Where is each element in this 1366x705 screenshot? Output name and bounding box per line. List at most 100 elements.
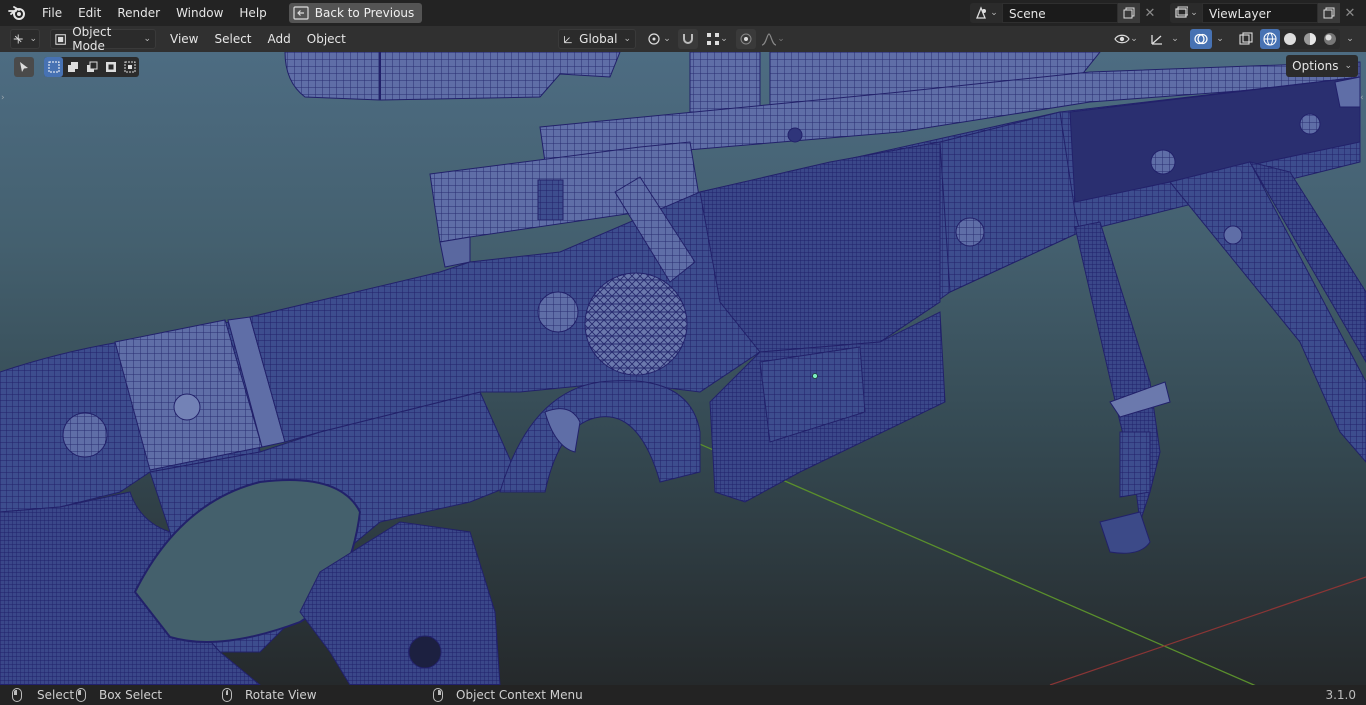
- rifle-wireframe-scene[interactable]: [0, 52, 1366, 685]
- overlays-dropdown[interactable]: ⌄: [1212, 29, 1228, 49]
- back-to-previous-label: Back to Previous: [314, 6, 415, 20]
- mouse-left-icon: [12, 688, 22, 702]
- select-subtract-button[interactable]: [82, 57, 101, 77]
- options-label: Options: [1292, 59, 1339, 73]
- sling-stud-left: [62, 412, 108, 458]
- chevron-down-icon: ⌄: [1346, 34, 1354, 44]
- gizmo-icon: [1151, 35, 1163, 45]
- menu-edit[interactable]: Edit: [70, 0, 109, 26]
- solid-sphere-icon: [1284, 33, 1296, 45]
- delete-scene-icon[interactable]: ✕: [1140, 3, 1160, 23]
- status-box-select-hint: Box Select: [76, 685, 162, 705]
- gizmo-toggle[interactable]: ⌄: [1146, 29, 1182, 49]
- chevron-down-icon: ⌄: [143, 34, 151, 44]
- trigger-guard: [499, 380, 701, 493]
- menu-window[interactable]: Window: [168, 0, 231, 26]
- view-layer-icon: [1175, 6, 1189, 18]
- back-arrow-icon: [293, 6, 309, 20]
- falloff-curve-icon: [762, 33, 777, 46]
- select-invert-button[interactable]: [101, 57, 120, 77]
- select-subtract-icon: [86, 61, 97, 72]
- chevron-down-icon: ⌄: [1216, 34, 1224, 44]
- solid-shading-button[interactable]: [1280, 29, 1300, 49]
- rendered-sphere-icon: [1324, 33, 1336, 45]
- menu-add[interactable]: Add: [260, 26, 299, 52]
- proportional-editing-toggle[interactable]: [736, 29, 756, 49]
- global-orientation-icon: [564, 36, 572, 44]
- menu-view[interactable]: View: [162, 26, 206, 52]
- mouse-right-icon: [433, 688, 443, 702]
- menu-file[interactable]: File: [34, 0, 70, 26]
- chassis-screw-5: [787, 127, 803, 143]
- viewport-header: ⌄ Object Mode ⌄ View Select Add Object G…: [0, 25, 1366, 53]
- transform-orientation-dropdown[interactable]: Global ⌄: [558, 29, 636, 49]
- delete-view-layer-icon[interactable]: ✕: [1340, 3, 1360, 23]
- new-scene-button[interactable]: [1118, 3, 1140, 23]
- scene-name-field[interactable]: Scene: [1002, 3, 1118, 23]
- visibility-dropdown[interactable]: ⌄: [1110, 29, 1142, 49]
- 3d-viewport[interactable]: › ‹ Options ⌄: [0, 52, 1366, 685]
- status-select-hint: Select: [12, 685, 74, 705]
- bolt-knob: [584, 272, 688, 376]
- new-view-layer-button[interactable]: [1318, 3, 1340, 23]
- proportional-editing-icon: [740, 33, 752, 45]
- select-intersect-button[interactable]: [120, 57, 139, 77]
- falloff-dropdown[interactable]: ⌄: [758, 29, 788, 49]
- menu-render[interactable]: Render: [109, 0, 168, 26]
- eye-icon: [1114, 34, 1130, 44]
- pivot-icon: [648, 33, 660, 45]
- overlays-icon: [1194, 33, 1208, 45]
- view-layer-browse-button[interactable]: ⌄: [1170, 3, 1202, 23]
- snap-target-dropdown[interactable]: ⌄: [702, 29, 732, 49]
- select-new-icon: [48, 61, 59, 73]
- object-mode-icon: [55, 33, 66, 45]
- snap-toggle[interactable]: [678, 29, 698, 49]
- status-select-label: Select: [37, 688, 75, 702]
- cursor-arrow-icon: [20, 62, 28, 72]
- 3d-viewport-icon: [13, 34, 23, 44]
- menu-object[interactable]: Object: [299, 26, 354, 52]
- mouse-middle-icon: [222, 688, 232, 702]
- magnet-icon: [683, 34, 693, 44]
- wireframe-sphere-icon: [1263, 32, 1277, 46]
- sidebar-collapse-arrow-icon[interactable]: ‹: [1360, 92, 1366, 104]
- select-tool-button[interactable]: [14, 57, 34, 77]
- status-context-hint: Object Context Menu: [433, 685, 583, 705]
- toolbar-collapse-arrow-icon[interactable]: ›: [1, 92, 7, 104]
- view-layer-name-field[interactable]: ViewLayer: [1202, 3, 1318, 23]
- menu-help[interactable]: Help: [231, 0, 274, 26]
- chevron-down-icon: ⌄: [1344, 61, 1352, 71]
- screw-head-stock: [173, 393, 201, 421]
- status-rotate-hint: Rotate View: [222, 685, 317, 705]
- chassis-screw-3: [1150, 149, 1176, 175]
- material-preview-button[interactable]: [1300, 29, 1320, 49]
- options-dropdown[interactable]: Options ⌄: [1286, 55, 1358, 77]
- select-extend-button[interactable]: [63, 57, 82, 77]
- select-extend-icon: [67, 62, 78, 72]
- material-sphere-icon: [1304, 33, 1316, 45]
- select-new-button[interactable]: [44, 57, 63, 77]
- transform-orientation-label: Global: [579, 32, 618, 46]
- selection-mode-group: [44, 57, 139, 77]
- pivot-point-dropdown[interactable]: ⌄: [644, 29, 674, 49]
- back-to-previous-button[interactable]: Back to Previous: [288, 3, 423, 23]
- menu-select[interactable]: Select: [206, 26, 259, 52]
- status-context-label: Object Context Menu: [456, 688, 583, 702]
- shading-dropdown[interactable]: ⌄: [1342, 29, 1358, 49]
- scene-browse-button[interactable]: ⌄: [970, 3, 1002, 23]
- mode-dropdown[interactable]: Object Mode ⌄: [50, 25, 156, 53]
- editor-type-dropdown[interactable]: ⌄: [10, 29, 40, 49]
- wireframe-shading-button[interactable]: [1260, 29, 1280, 49]
- overlays-toggle[interactable]: [1190, 29, 1212, 49]
- version-label: 3.1.0: [1325, 688, 1356, 702]
- blender-logo-icon[interactable]: [0, 0, 34, 26]
- view-layer-selector: ⌄ ViewLayer ✕: [1170, 3, 1360, 23]
- mouse-drag-icon: [76, 688, 86, 702]
- viewport-origin-dot: [812, 373, 818, 379]
- bipod-pivot: [1223, 225, 1243, 245]
- shading-mode-group: [1260, 29, 1340, 49]
- rendered-shading-button[interactable]: [1320, 29, 1340, 49]
- xray-toggle[interactable]: [1236, 29, 1256, 49]
- select-invert-icon: [105, 62, 116, 72]
- top-menu-bar: File Edit Render Window Help Back to Pre…: [0, 0, 1366, 26]
